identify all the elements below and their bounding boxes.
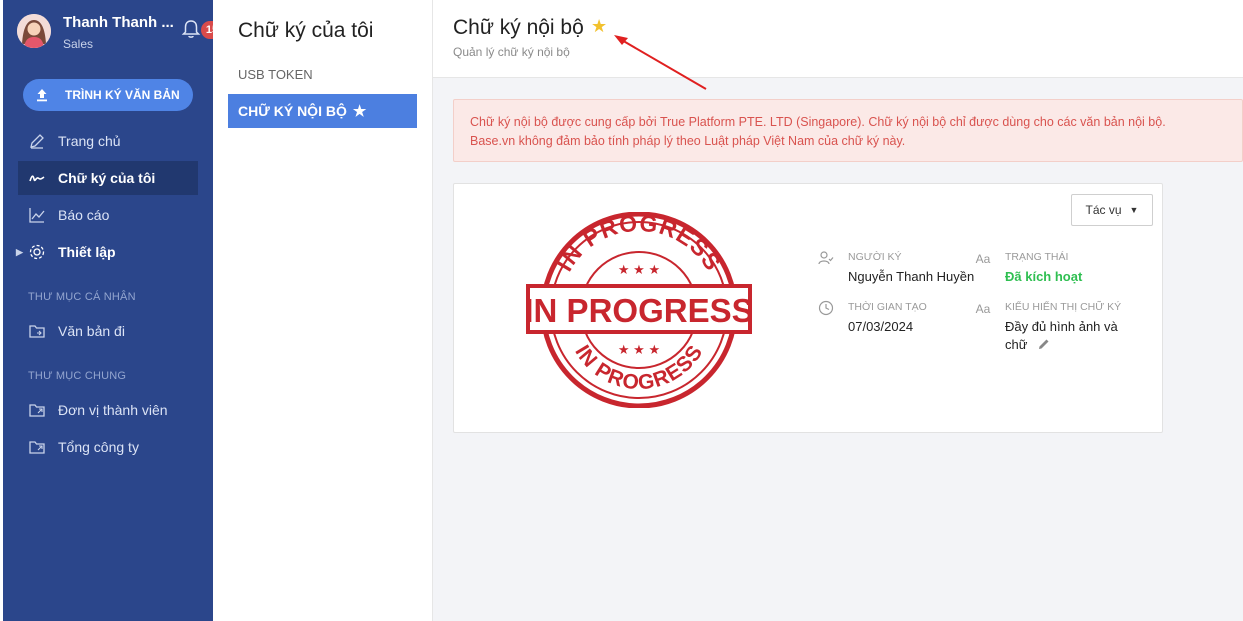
sidebar-item-corporation[interactable]: Tổng công ty (18, 430, 198, 464)
stamp-stars-top: ★ ★ ★ (618, 262, 660, 277)
gear-icon (28, 243, 46, 261)
sidebar-item-home[interactable]: Trang chủ (18, 124, 198, 158)
sidebar-item-settings[interactable]: ▶ Thiết lập (16, 235, 198, 269)
signature-stamp-image: IN PROGRESS IN PROGRESS ★ ★ ★ ★ ★ ★ IN P… (526, 212, 752, 408)
avatar (17, 14, 51, 48)
section-personal-folders: THƯ MỤC CÁ NHÂN (28, 291, 136, 303)
caret-right-icon: ▶ (16, 247, 23, 257)
font-icon: Aa (975, 302, 991, 316)
upload-icon (35, 88, 49, 102)
display-style-line: Đầy đủ hình ảnh và (1005, 319, 1118, 334)
display-style-line: chữ (1005, 337, 1028, 352)
page-subtitle: Quản lý chữ ký nội bộ (453, 45, 570, 59)
main-content: Chữ ký nội bộ ★ Quản lý chữ ký nội bộ Ch… (433, 0, 1243, 621)
sidebar: Thanh Thanh ... Sales 15 TRÌNH KÝ VĂN BẢ… (3, 0, 223, 621)
signer-value: Nguyễn Thanh Huyền (848, 269, 975, 284)
favorite-star-icon[interactable]: ★ (591, 16, 607, 37)
folder-icon (28, 322, 46, 340)
status-value: Đã kích hoạt (1005, 269, 1083, 284)
chart-icon (28, 206, 46, 224)
created-value: 07/03/2024 (848, 319, 914, 334)
alert-line: Base.vn không đảm bảo tính pháp lý theo … (470, 134, 906, 148)
menu-item-internal-signature[interactable]: CHỮ KÝ NỘI BỘ ★ (228, 94, 417, 128)
sidebar-item-label: Tổng công ty (58, 439, 139, 455)
sidebar-item-member-units[interactable]: Đơn vị thành viên (18, 393, 198, 427)
caret-down-icon: ▼ (1129, 205, 1139, 215)
actions-label: Tác vụ (1085, 203, 1122, 217)
sidebar-item-label: Trang chủ (58, 133, 121, 149)
sidebar-item-label: Thiết lập (58, 244, 116, 260)
display-style-line-2: chữ (1005, 337, 1118, 352)
alert-line: Chữ ký nội bộ được cung cấp bởi True Pla… (470, 115, 1166, 129)
edit-pencil-icon[interactable] (1037, 337, 1051, 351)
sign-document-label: TRÌNH KÝ VĂN BẢN (65, 88, 180, 102)
pen-icon (28, 132, 46, 150)
menu-item-label: CHỮ KÝ NỘI BỘ (238, 103, 347, 119)
signature-menu-panel: Chữ ký của tôi USB TOKEN CHỮ KÝ NỘI BỘ ★ (213, 0, 433, 621)
clock-icon (817, 299, 835, 317)
section-shared-folders: THƯ MỤC CHUNG (28, 370, 127, 382)
created-label: THỜI GIAN TẠO (848, 301, 927, 313)
sidebar-item-label: Đơn vị thành viên (58, 402, 168, 418)
sidebar-item-label: Chữ ký của tôi (58, 170, 156, 186)
user-check-icon (817, 249, 835, 267)
user-name: Thanh Thanh ... (63, 14, 174, 31)
sidebar-item-label: Báo cáo (58, 207, 110, 223)
app-root: Thanh Thanh ... Sales 15 TRÌNH KÝ VĂN BẢ… (0, 0, 1243, 621)
star-icon: ★ (352, 103, 367, 120)
legal-notice-alert: Chữ ký nội bộ được cung cấp bởi True Pla… (453, 99, 1243, 162)
sidebar-item-my-signatures[interactable]: Chữ ký của tôi (18, 161, 198, 195)
page-header: Chữ ký nội bộ ★ Quản lý chữ ký nội bộ (433, 0, 1243, 78)
panel-title: Chữ ký của tôi (238, 19, 374, 42)
actions-dropdown-button[interactable]: Tác vụ ▼ (1071, 194, 1153, 226)
folder-link-icon (28, 438, 46, 456)
bell-icon[interactable] (181, 18, 201, 40)
stamp-text-middle: IN PROGRESS (526, 292, 752, 329)
signature-card: Tác vụ ▼ IN PROGRESS IN PROGRESS ★ ★ ★ ★… (453, 183, 1163, 433)
sidebar-item-reports[interactable]: Báo cáo (18, 198, 198, 232)
user-role: Sales (63, 37, 94, 51)
display-style-label: KIỂU HIỂN THỊ CHỮ KÝ (1005, 301, 1122, 313)
sidebar-item-label: Văn bản đi (58, 323, 125, 339)
menu-item-usb-token[interactable]: USB TOKEN (238, 67, 313, 82)
stamp-stars-bottom: ★ ★ ★ (618, 342, 660, 357)
display-style-value: Đầy đủ hình ảnh và chữ (1005, 319, 1118, 352)
sign-document-button[interactable]: TRÌNH KÝ VĂN BẢN (23, 79, 193, 111)
page-title: Chữ ký nội bộ (453, 16, 584, 39)
folder-link-icon (28, 401, 46, 419)
font-icon: Aa (975, 252, 991, 266)
user-profile[interactable]: Thanh Thanh ... Sales 15 (17, 12, 223, 52)
status-label: TRẠNG THÁI (1005, 251, 1069, 263)
signer-label: NGƯỜI KÝ (848, 251, 902, 263)
signature-icon (28, 169, 46, 187)
sidebar-item-outgoing-documents[interactable]: Văn bản đi (18, 314, 198, 348)
annotation-arrow (614, 35, 707, 90)
